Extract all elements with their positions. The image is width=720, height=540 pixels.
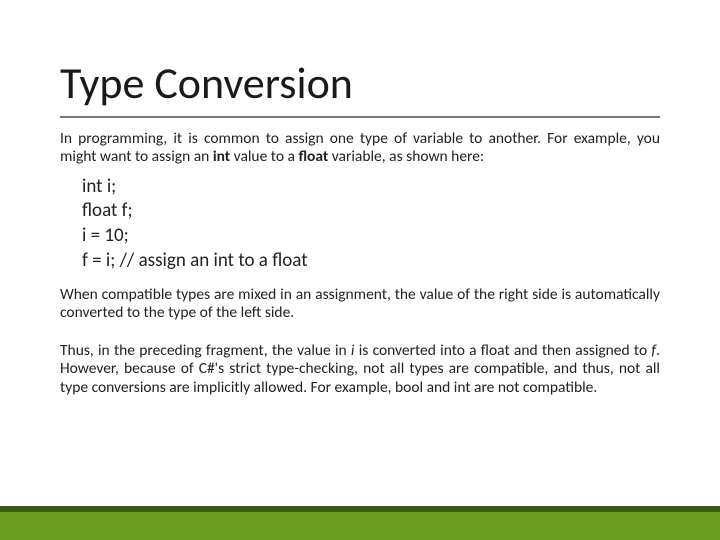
text: is converted into a float and then assig… (354, 341, 651, 360)
code-line: f = i; // assign an int to a float (82, 249, 660, 274)
code-line: i = 10; (82, 224, 660, 249)
text: Thus, in the preceding fragment, the val… (60, 341, 351, 360)
footer-bar (0, 512, 720, 540)
page-title: Type Conversion (60, 60, 660, 106)
code-line: float f; (82, 199, 660, 224)
keyword-int: int (213, 147, 230, 166)
paragraph-conclusion: Thus, in the preceding fragment, the val… (60, 342, 660, 397)
paragraph-intro: In programming, it is common to assign o… (60, 130, 660, 167)
paragraph-rule: When compatible types are mixed in an as… (60, 286, 660, 323)
keyword-float: float (298, 147, 328, 166)
text: value to a (230, 147, 298, 166)
title-divider (60, 116, 660, 118)
spacer (60, 328, 660, 342)
slide: Type Conversion In programming, it is co… (0, 0, 720, 540)
text: variable, as shown here: (328, 147, 484, 166)
code-line: int i; (82, 175, 660, 200)
code-block: int i; float f; i = 10; f = i; // assign… (82, 175, 660, 274)
